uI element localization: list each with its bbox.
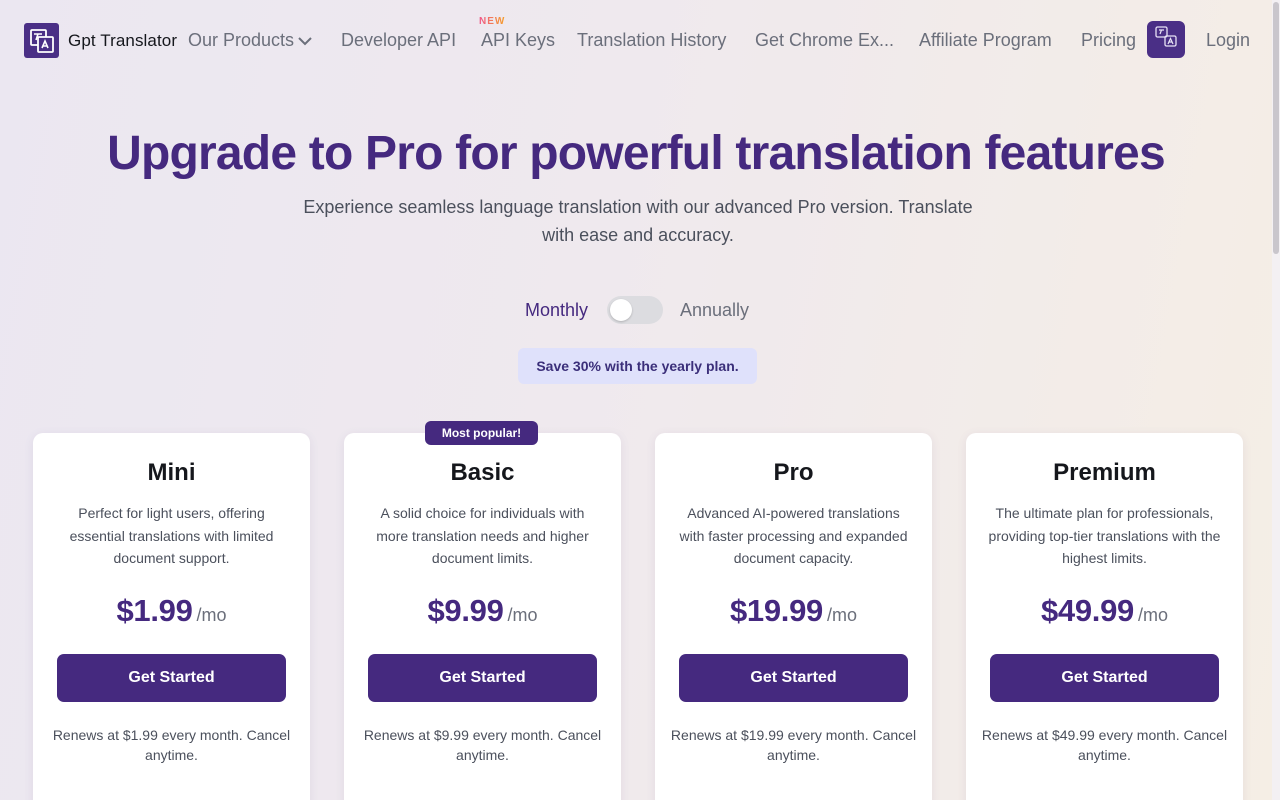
scrollbar-thumb[interactable]: [1273, 2, 1279, 254]
plan-name: Pro: [773, 459, 814, 486]
nav-our-products-label: Our Products: [188, 30, 295, 50]
plan-price-period: /mo: [1138, 605, 1169, 625]
nav-developer-api[interactable]: Developer API: [341, 29, 456, 51]
plan-description: A solid choice for individuals with more…: [376, 505, 589, 566]
plan-renewal-note: Renews at $1.99 every month. Cancel anyt…: [52, 727, 291, 763]
plan-description: The ultimate plan for professionals, pro…: [988, 505, 1221, 566]
toggle-knob: [610, 299, 632, 321]
get-started-button-premium[interactable]: Get Started: [990, 654, 1219, 702]
nav-translation-history[interactable]: Translation History: [577, 29, 726, 51]
page-title: Upgrade to Pro for powerful translation …: [107, 127, 1166, 180]
chevron-down-icon: [298, 29, 312, 51]
language-switch-button[interactable]: [1147, 21, 1185, 58]
yearly-savings-badge: Save 30% with the yearly plan.: [518, 348, 757, 384]
billing-toggle-row: Monthly Annually: [0, 295, 1272, 325]
plan-price: $19.99/mo: [655, 593, 932, 629]
plan-price: $49.99/mo: [966, 593, 1243, 629]
nav-pricing[interactable]: Pricing: [1081, 29, 1136, 51]
plan-price: $1.99/mo: [33, 593, 310, 629]
plan-renewal-note: Renews at $19.99 every month. Cancel any…: [670, 727, 917, 763]
plan-price-period: /mo: [507, 605, 538, 625]
main-nav: Our Products Developer API NEW API Keys …: [0, 0, 1272, 80]
plan-card-basic: Most popular! Basic A solid choice for i…: [344, 421, 621, 800]
nav-api-keys[interactable]: API Keys: [481, 29, 555, 51]
billing-period-toggle[interactable]: [607, 296, 663, 324]
plan-description: Advanced AI-powered translations with fa…: [679, 505, 908, 566]
page-scrollbar[interactable]: [1272, 0, 1280, 800]
language-switch-icon: [1154, 25, 1178, 54]
monthly-label[interactable]: Monthly: [525, 300, 588, 321]
plan-name: Premium: [1053, 459, 1156, 486]
plan-price: $9.99/mo: [344, 593, 621, 629]
annually-label[interactable]: Annually: [680, 300, 749, 321]
plan-price-period: /mo: [196, 605, 227, 625]
plan-price-amount: $19.99: [729, 593, 823, 628]
plan-price-amount: $1.99: [116, 593, 193, 628]
plan-price-amount: $49.99: [1040, 593, 1134, 628]
plan-card-premium: Premium The ultimate plan for profession…: [966, 433, 1243, 800]
plan-card-mini: Mini Perfect for light users, offering e…: [33, 433, 310, 800]
login-link[interactable]: Login: [1206, 29, 1250, 51]
nav-our-products[interactable]: Our Products: [188, 29, 312, 51]
page-subtitle: Experience seamless language translation…: [303, 197, 973, 245]
new-badge: NEW: [479, 16, 506, 27]
plan-price-period: /mo: [827, 605, 858, 625]
plan-name: Basic: [450, 459, 515, 486]
get-started-button-pro[interactable]: Get Started: [679, 654, 908, 702]
get-started-button-basic[interactable]: Get Started: [368, 654, 597, 702]
plan-card-pro: Pro Advanced AI-powered translations wit…: [655, 433, 932, 800]
get-started-button-mini[interactable]: Get Started: [57, 654, 286, 702]
plan-description: Perfect for light users, offering essent…: [69, 505, 274, 566]
plan-renewal-note: Renews at $49.99 every month. Cancel any…: [981, 727, 1228, 763]
plan-name: Mini: [147, 459, 196, 486]
top-navigation-bar: Gpt Translator Our Products Developer AP…: [0, 0, 1272, 80]
plan-price-amount: $9.99: [427, 593, 504, 628]
nav-affiliate-program[interactable]: Affiliate Program: [919, 29, 1052, 51]
plan-renewal-note: Renews at $9.99 every month. Cancel anyt…: [363, 727, 602, 763]
nav-chrome-extension[interactable]: Get Chrome Ex...: [755, 29, 894, 51]
most-popular-badge: Most popular!: [425, 421, 538, 445]
